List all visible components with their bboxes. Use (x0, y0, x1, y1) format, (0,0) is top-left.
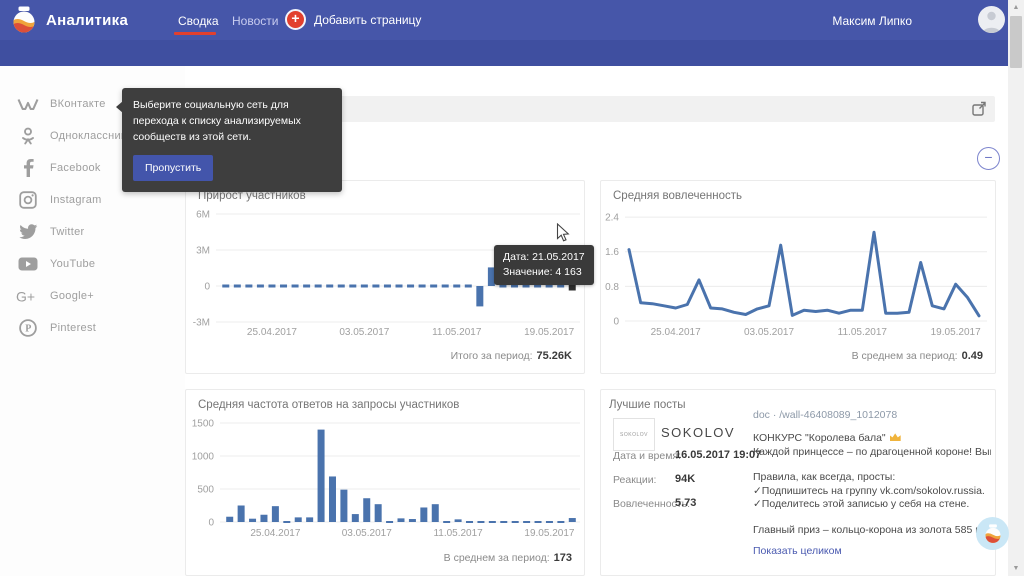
svg-text:19.05.2017: 19.05.2017 (524, 327, 574, 338)
svg-text:03.05.2017: 03.05.2017 (339, 327, 389, 338)
svg-text:25.04.2017: 25.04.2017 (247, 327, 297, 338)
field-value: 94K (675, 473, 695, 485)
avg-engagement-chart[interactable]: 2.4 1.6 0.8 0 25.04.2017 03.05.2017 11.05.2017… (601, 181, 995, 343)
instagram-icon (16, 191, 40, 209)
svg-text:19.05.2017: 19.05.2017 (931, 327, 981, 338)
sidebar-item-googleplus[interactable]: G+ Google+ (0, 280, 185, 312)
svg-text:1000: 1000 (192, 452, 215, 463)
svg-text:1.6: 1.6 (605, 247, 619, 258)
subheader: 21.04.2017 – 21.05.2017 (0, 40, 1024, 66)
chart-title: Средняя частота ответов на запросы участ… (198, 399, 459, 411)
sidebar-item-twitter[interactable]: Twitter (0, 216, 185, 248)
chart-card-avg-engagement: Средняя вовлеченность 2.41.60.8025.04.20… (600, 180, 996, 374)
odnoklassniki-icon (16, 127, 40, 145)
svg-text:3M: 3M (196, 246, 210, 257)
plus-icon: + (285, 9, 306, 30)
googleplus-icon: G+ (16, 289, 40, 304)
header: Аналитика Сводка Новости + Добавить стра… (0, 0, 1024, 40)
field-label: Реакции: (613, 474, 656, 486)
onboarding-tooltip: Выберите социальную сеть для перехода к … (122, 88, 342, 192)
active-tab-underline (174, 32, 216, 35)
facebook-icon (16, 159, 40, 177)
pinterest-icon: P (16, 319, 40, 337)
vk-icon (16, 97, 40, 112)
export-icon[interactable] (972, 101, 987, 121)
add-page-button[interactable]: + Добавить страницу (285, 9, 421, 30)
mouse-cursor-icon (556, 223, 570, 248)
svg-text:11.05.2017: 11.05.2017 (432, 327, 482, 338)
skip-button[interactable]: Пропустить (133, 155, 213, 181)
collapse-section-button[interactable]: − (977, 147, 1000, 170)
post-text: КОНКУРС "Королева бала" Каждой принцессе… (753, 432, 991, 537)
reply-frequency-chart[interactable]: 1500 1000 500 0 25.04.2017 03.05.2017 11.05.20… (186, 414, 584, 566)
svg-text:0.8: 0.8 (605, 282, 619, 293)
scroll-down-arrow[interactable]: ▼ (1008, 565, 1024, 572)
field-label: Дата и время: (613, 450, 681, 462)
tab-novosti[interactable]: Новости (232, 14, 278, 28)
best-posts-card: Лучшие посты SOKOLOV SOKOLOV Дата и врем… (600, 389, 996, 576)
chart-card-reply-frequency: Средняя частота ответов на запросы участ… (185, 389, 585, 576)
avatar[interactable] (978, 6, 1005, 33)
community-name: SOKOLOV (661, 425, 735, 440)
svg-text:6M: 6M (196, 210, 210, 221)
chart-average: В среднем за период:0.49 (852, 350, 983, 362)
svg-text:G+: G+ (16, 289, 35, 304)
community-logo: SOKOLOV (613, 418, 655, 451)
tab-svodka[interactable]: Сводка (178, 14, 219, 28)
twitter-icon (16, 224, 40, 240)
post-link[interactable]: doc · /wall-46408089_1012078 (753, 409, 897, 421)
chart-total: Итого за период:75.26K (451, 350, 572, 362)
svg-text:25.04.2017: 25.04.2017 (651, 327, 701, 338)
svg-text:03.05.2017: 03.05.2017 (342, 528, 392, 539)
vertical-scrollbar[interactable]: ▲ ▼ (1008, 0, 1024, 576)
svg-text:03.05.2017: 03.05.2017 (744, 327, 794, 338)
scroll-up-arrow[interactable]: ▲ (1008, 4, 1024, 11)
show-full-post-link[interactable]: Показать целиком (753, 545, 842, 557)
field-value: 5.73 (675, 497, 696, 509)
app-logo-jar-icon[interactable] (10, 6, 38, 34)
sidebar-item-youtube[interactable]: YouTube (0, 248, 185, 280)
analytics-dashboard: Аналитика Сводка Новости + Добавить стра… (0, 0, 1024, 576)
svg-text:-3M: -3M (193, 318, 210, 329)
svg-text:0: 0 (613, 317, 619, 328)
svg-text:0: 0 (204, 282, 210, 293)
field-value: 16.05.2017 19:07 (675, 449, 761, 461)
svg-text:2.4: 2.4 (605, 213, 619, 224)
svg-text:0: 0 (208, 518, 214, 529)
svg-text:P: P (25, 324, 31, 335)
svg-text:1500: 1500 (192, 419, 215, 430)
svg-text:500: 500 (197, 485, 214, 496)
svg-text:19.05.2017: 19.05.2017 (524, 528, 574, 539)
crown-emoji-icon (890, 433, 901, 441)
sidebar-item-pinterest[interactable]: P Pinterest (0, 312, 185, 344)
svg-text:11.05.2017: 11.05.2017 (433, 528, 483, 539)
youtube-icon (16, 257, 40, 271)
chart-card-member-growth: Прирост участников 6M3M0-3M25.04.201703.… (185, 180, 585, 374)
user-menu[interactable]: Максим Липко (832, 14, 912, 28)
onboarding-tooltip-text: Выберите социальную сеть для перехода к … (133, 99, 301, 143)
chart-average: В среднем за период:173 (444, 552, 572, 564)
svg-text:25.04.2017: 25.04.2017 (250, 528, 300, 539)
page-title: Аналитика (46, 12, 128, 29)
support-widget-button[interactable] (976, 517, 1009, 550)
chart-hover-tooltip: Дата: 21.05.2017 Значение: 4 163 (494, 245, 594, 285)
scrollbar-thumb[interactable] (1010, 16, 1022, 68)
best-posts-title: Лучшие посты (609, 399, 686, 411)
svg-text:11.05.2017: 11.05.2017 (838, 327, 888, 338)
